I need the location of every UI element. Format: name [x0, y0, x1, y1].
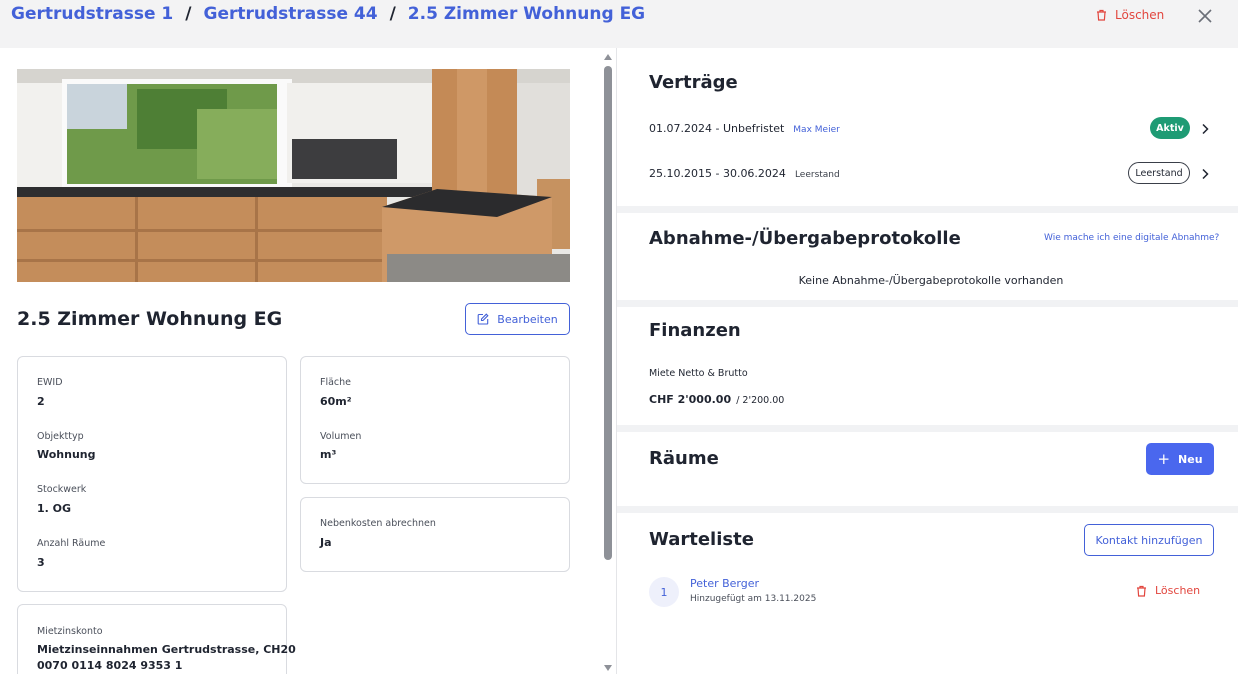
- scroll-up-arrow-icon[interactable]: [604, 54, 612, 60]
- field-value-ewid: 2: [37, 395, 45, 408]
- contract-tenant-link[interactable]: Max Meier: [793, 125, 840, 135]
- add-contact-button[interactable]: Kontakt hinzufügen: [1084, 524, 1214, 556]
- field-value-area: 60m²: [320, 395, 352, 408]
- rent-account-card: Mietzinskonto Mietzinseinnahmen Gertruds…: [17, 604, 296, 674]
- unit-detail-panel: 2.5 Zimmer Wohnung EG Bearbeiten EWID 2 …: [0, 48, 616, 674]
- protocols-section: Abnahme-/Übergabeprotokolle Wie mache ic…: [617, 213, 1238, 300]
- field-value-ancillary: Ja: [320, 536, 332, 549]
- new-room-button[interactable]: + Neu: [1146, 443, 1214, 475]
- new-room-label: Neu: [1178, 452, 1203, 466]
- field-value-rooms: 3: [37, 556, 45, 569]
- contracts-section: Verträge 01.07.2024 - Unbefristet Max Me…: [617, 48, 1238, 206]
- scrollbar-thumb[interactable]: [604, 66, 612, 560]
- size-card: Fläche 60m² Volumen m³: [300, 356, 570, 484]
- field-label-ewid: EWID: [37, 377, 63, 388]
- rent-net-value: CHF 2'000.00: [649, 393, 732, 406]
- contracts-title: Verträge: [649, 72, 738, 93]
- breadcrumb-separator: /: [185, 4, 192, 24]
- field-label-ancillary: Nebenkosten abrechnen: [320, 518, 436, 529]
- scroll-down-arrow-icon[interactable]: [604, 665, 612, 671]
- base-data-card: EWID 2 Objekttyp Wohnung Stockwerk 1. OG…: [17, 356, 287, 592]
- field-value-rent-account-line2: 0070 0114 8024 9353 1: [37, 659, 183, 672]
- rent-gross-value: / 2'200.00: [736, 395, 785, 406]
- contract-row[interactable]: 01.07.2024 - Unbefristet Max Meier: [649, 122, 840, 135]
- field-value-object-type: Wohnung: [37, 448, 96, 461]
- edit-button[interactable]: Bearbeiten: [465, 303, 570, 335]
- trash-icon: [1097, 9, 1106, 21]
- contract-row[interactable]: 25.10.2015 - 30.06.2024 Leerstand: [649, 167, 840, 180]
- trash-icon: [1137, 585, 1146, 597]
- waitlist-delete-button[interactable]: Löschen: [1136, 584, 1200, 597]
- section-divider: [617, 300, 1238, 307]
- breadcrumb-item-building[interactable]: Gertrudstrasse 44: [203, 4, 377, 24]
- field-label-floor: Stockwerk: [37, 484, 87, 495]
- contract-tenant: Leerstand: [794, 170, 840, 180]
- status-badge-vacant: Leerstand: [1128, 162, 1190, 184]
- status-badge-active: Aktiv: [1150, 117, 1190, 139]
- delete-label: Löschen: [1115, 8, 1165, 22]
- rooms-section: Räume + Neu: [617, 432, 1238, 506]
- plus-icon: +: [1157, 449, 1171, 468]
- ancillary-costs-card: Nebenkosten abrechnen Ja: [300, 497, 570, 572]
- field-value-floor: 1. OG: [37, 502, 72, 515]
- waitlist-delete-label: Löschen: [1155, 584, 1201, 597]
- unit-title: 2.5 Zimmer Wohnung EG: [17, 308, 283, 330]
- field-label-rooms: Anzahl Räume: [37, 538, 106, 549]
- waitlist-added-date: Hinzugefügt am 13.11.2025: [690, 594, 817, 604]
- edit-label: Bearbeiten: [497, 312, 558, 326]
- waitlist-title: Warteliste: [649, 529, 754, 550]
- waitlist-position: 1: [649, 577, 679, 607]
- field-label-rent-account: Mietzinskonto: [37, 626, 103, 637]
- breadcrumb-item-unit[interactable]: 2.5 Zimmer Wohnung EG: [408, 4, 645, 24]
- top-bar: Gertrudstrasse 1 / Gertrudstrasse 44 / 2…: [0, 0, 1238, 48]
- waitlist-contact-link[interactable]: Peter Berger: [690, 577, 759, 590]
- contract-period: 25.10.2015 - 30.06.2024: [649, 167, 786, 180]
- field-value-rent-account-line1: Mietzinseinnahmen Gertrudstrasse, CH20: [37, 643, 296, 656]
- field-value-volume: m³: [320, 448, 337, 461]
- breadcrumb-separator: /: [389, 4, 396, 24]
- delete-unit-button[interactable]: Löschen: [1096, 8, 1164, 22]
- field-label-area: Fläche: [320, 377, 352, 388]
- section-divider: [617, 206, 1238, 213]
- finances-section: Finanzen Miete Netto & Brutto CHF 2'000.…: [617, 307, 1238, 425]
- waitlist-section: Warteliste Kontakt hinzufügen 1 Peter Be…: [617, 513, 1238, 674]
- field-label-volume: Volumen: [320, 431, 362, 442]
- edit-icon: [477, 313, 489, 325]
- contract-period: 01.07.2024 - Unbefristet: [649, 122, 785, 135]
- section-divider: [617, 506, 1238, 513]
- protocols-empty-message: Keine Abnahme-/Übergabeprotokolle vorhan…: [798, 274, 1064, 287]
- breadcrumb: Gertrudstrasse 1 / Gertrudstrasse 44 / 2…: [11, 4, 645, 24]
- chevron-right-icon[interactable]: [1200, 168, 1210, 180]
- chevron-right-icon[interactable]: [1200, 123, 1210, 135]
- breadcrumb-item-property[interactable]: Gertrudstrasse 1: [11, 4, 173, 24]
- rent-label: Miete Netto & Brutto: [649, 368, 748, 379]
- section-divider: [617, 425, 1238, 432]
- protocols-title: Abnahme-/Übergabeprotokolle: [649, 228, 961, 249]
- unit-photo: [17, 69, 570, 282]
- close-icon[interactable]: [1197, 8, 1213, 24]
- rooms-title: Räume: [649, 448, 719, 469]
- digital-handover-help-link[interactable]: Wie mache ich eine digitale Abnahme?: [1044, 233, 1219, 243]
- rent-values: CHF 2'000.00 / 2'200.00: [649, 388, 784, 407]
- field-label-object-type: Objekttyp: [37, 431, 84, 442]
- finances-title: Finanzen: [649, 320, 741, 341]
